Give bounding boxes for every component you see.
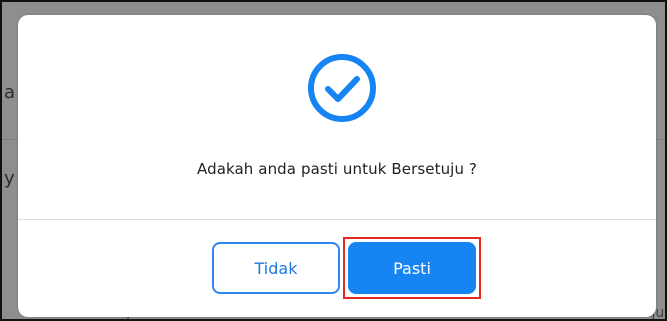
check-circle-icon xyxy=(308,54,376,122)
background-text-fragment: a xyxy=(4,82,16,103)
dialog-message: Adakah anda pasti untuk Bersetuju ? xyxy=(196,160,477,178)
background-text-fragment: y xyxy=(4,168,15,189)
highlight-outline xyxy=(343,237,481,299)
cancel-button[interactable]: Tidak xyxy=(212,242,340,294)
confirmation-dialog: Adakah anda pasti untuk Bersetuju ? Tida… xyxy=(18,15,656,317)
dialog-divider xyxy=(18,219,656,220)
screen-frame: a y Butiran Syarikat Pembekal Maklumat D… xyxy=(0,0,667,321)
